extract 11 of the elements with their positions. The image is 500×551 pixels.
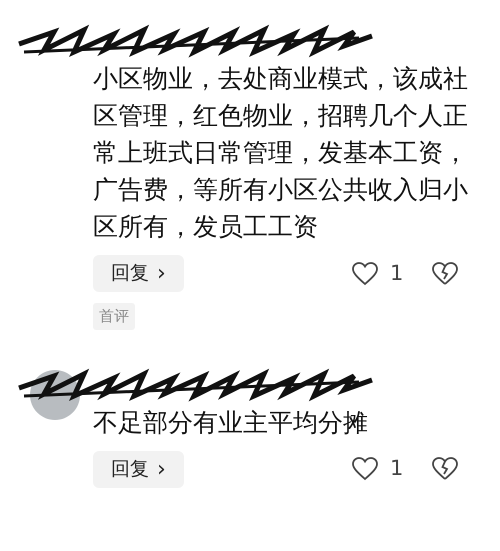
broken-heart-icon[interactable]: [432, 457, 458, 481]
like-count: 1: [390, 455, 404, 482]
comment-text: 不足部分有业主平均分摊: [93, 406, 369, 438]
comment-text: 小区物业，去处商业模式，该成社区管理，红色物业，招聘几个人正常上班式日常管理，发基本工资，广告费，等所有小区公共收入归小区所有，发员工工资: [93, 63, 469, 243]
reply-button[interactable]: 回复 ›: [93, 255, 184, 292]
broken-heart-icon[interactable]: [432, 262, 458, 286]
like-count: 1: [390, 260, 404, 287]
heart-icon[interactable]: [352, 262, 378, 286]
heart-icon[interactable]: [352, 457, 378, 481]
first-comment-tag: 首评: [93, 303, 135, 330]
reply-button[interactable]: 回复 ›: [93, 450, 184, 488]
